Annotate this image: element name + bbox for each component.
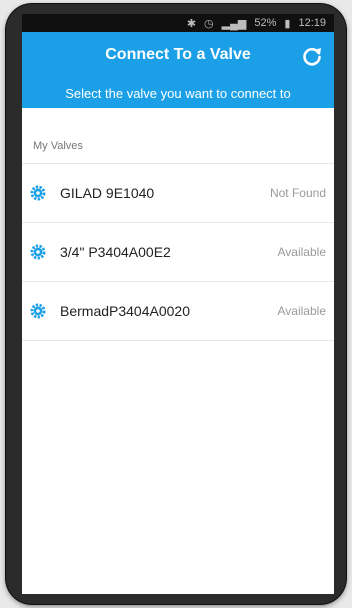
valve-status: Available xyxy=(277,245,326,259)
gear-icon xyxy=(30,303,46,319)
alarm-icon: ◷ xyxy=(204,17,214,30)
divider xyxy=(22,340,334,341)
refresh-button[interactable] xyxy=(298,42,326,70)
valve-status: Available xyxy=(277,304,326,318)
signal-icon: ▂▄▆ xyxy=(221,17,247,30)
valve-list: My Valves GILAD 9E1040 Not Found 3/4" P3… xyxy=(22,108,334,594)
app-bar: Connect To a Valve Select the valve you … xyxy=(22,32,334,108)
page-title: Connect To a Valve xyxy=(105,46,251,63)
valve-name: GILAD 9E1040 xyxy=(60,185,155,201)
valve-name: 3/4" P3404A00E2 xyxy=(60,244,171,260)
valve-status: Not Found xyxy=(269,186,326,200)
section-header: My Valves xyxy=(33,140,83,152)
bluetooth-icon: ✱ xyxy=(186,17,197,30)
battery-icon: ▮ xyxy=(284,17,291,30)
valve-row-2[interactable]: 3/4" P3404A00E2 Available xyxy=(22,223,334,281)
page-subtitle: Select the valve you want to connect to xyxy=(65,86,291,101)
status-bar: ✱ ◷ ▂▄▆ 52% ▮ 12:19 xyxy=(22,14,334,32)
clock: 12:19 xyxy=(298,17,326,29)
battery-percent: 52% xyxy=(254,17,277,29)
valve-name: BermadP3404A0020 xyxy=(60,303,190,319)
refresh-icon xyxy=(303,48,321,66)
gear-icon xyxy=(30,244,46,260)
valve-row-3[interactable]: BermadP3404A0020 Available xyxy=(22,282,334,340)
valve-row-1[interactable]: GILAD 9E1040 Not Found xyxy=(22,164,334,222)
gear-icon xyxy=(30,185,46,201)
